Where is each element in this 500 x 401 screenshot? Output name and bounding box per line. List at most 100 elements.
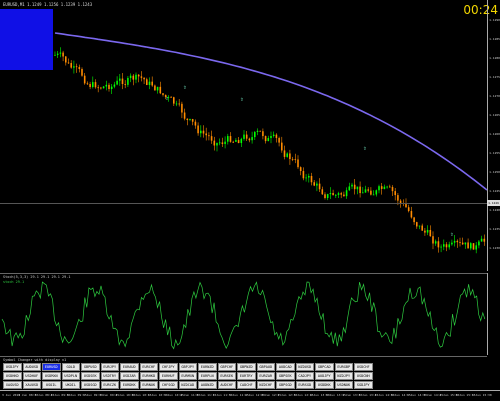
candle-body — [243, 134, 245, 139]
time-axis-label: 3 Jun 15:30 — [471, 393, 492, 397]
symbol-button-xagusd[interactable]: XAGUSD — [3, 381, 22, 389]
price-axis-label: 1.1250 — [489, 170, 500, 174]
symbol-button-eurjpy[interactable]: EURJPY — [100, 363, 119, 371]
symbol-button-usdhuf[interactable]: USDHUF — [22, 372, 41, 380]
candle-body — [386, 186, 388, 188]
symbol-button-eurzar[interactable]: EURZAR — [256, 372, 275, 380]
current-price-line — [0, 203, 487, 204]
candle-body — [405, 203, 407, 208]
candle-body — [240, 138, 243, 144]
symbol-button-eurnzd[interactable]: EURNZD — [198, 363, 217, 371]
symbol-button-gbpsgd[interactable]: GBPSGD — [276, 381, 295, 389]
candle-body — [421, 225, 423, 231]
symbol-button-audchf[interactable]: AUDCHF — [217, 381, 236, 389]
symbol-button-audjpy[interactable]: AUDJPY — [315, 372, 334, 380]
symbol-button-eursek[interactable]: EURSEK — [217, 372, 236, 380]
candle-body — [267, 138, 270, 142]
symbol-button-eurgbp[interactable]: EURGBP — [334, 363, 353, 371]
symbol-button-eurhuf[interactable]: EURHUF — [159, 372, 178, 380]
candle-body — [310, 175, 313, 183]
candle-body — [302, 171, 305, 179]
symbol-button-chfsgd[interactable]: CHFSGD — [159, 381, 178, 389]
candle-body — [475, 245, 477, 250]
candle-body — [478, 241, 480, 246]
symbol-button-cadjpy[interactable]: CADJPY — [295, 372, 314, 380]
symbol-button-eurhkd[interactable]: EURHKD — [139, 372, 158, 380]
symbol-button-gbpchf[interactable]: GBPCHF — [217, 363, 236, 371]
symbol-button-eurchf[interactable]: EURCHF — [139, 363, 158, 371]
candle-body — [313, 182, 315, 186]
symbol-button-nzdjpy[interactable]: NZDJPY — [334, 372, 353, 380]
symbol-button-audusd[interactable]: AUDUSD — [22, 363, 41, 371]
symbol-button-usdjpy[interactable]: USDJPY — [3, 363, 22, 371]
symbol-button-usdzar[interactable]: USDZAR — [120, 372, 139, 380]
candle-body — [480, 238, 483, 242]
symbol-button-usdmxn[interactable]: USDMXN — [42, 372, 61, 380]
symbol-button-eursgd[interactable]: EURSGD — [295, 381, 314, 389]
main-price-chart[interactable]: ⇧ ⇧ ⇧ ⇧ ⇧ — [0, 0, 488, 271]
candle-body — [470, 243, 472, 249]
candle-body — [367, 189, 369, 191]
candle-body — [272, 134, 275, 137]
price-axis-label: 1.1275 — [489, 75, 500, 79]
symbol-button-gbpsek[interactable]: GBPSEK — [276, 372, 295, 380]
symbol-button-eurpln[interactable]: EURPLN — [198, 372, 217, 380]
candle-body — [97, 87, 99, 89]
symbol-button-eurmxn[interactable]: EURMXN — [178, 372, 197, 380]
symbol-button-gbpnzd[interactable]: GBPNZD — [237, 363, 256, 371]
price-axis-label: 1.1240 — [489, 208, 500, 212]
symbol-changer-panel: Symbol Changer with display v1 USDJPY AUD… — [0, 356, 487, 390]
symbol-button-usdsek[interactable]: USDSEK — [81, 372, 100, 380]
symbol-button-nzdchf[interactable]: NZDCHF — [256, 381, 275, 389]
candle-body — [102, 86, 105, 89]
oscillator-panel[interactable]: Stoch(5,3,3) 29.1 29.1 29.1 29.1 stoch 2… — [0, 273, 487, 356]
symbol-button-ukoil[interactable]: UKOIL — [61, 381, 80, 389]
price-axis[interactable]: 1.1290 1.1285 1.1280 1.1275 1.1270 1.1265 1.12… — [487, 0, 500, 271]
chart-info-line: EURUSD,M1 1.1249 1.1256 1.1239 1.1243 — [3, 2, 93, 7]
symbol-button-usdsgd[interactable]: USDSGD — [81, 381, 100, 389]
candle-body — [113, 84, 116, 87]
symbol-button-usdcnh[interactable]: USDCNH — [354, 372, 373, 380]
symbol-button-gbpusd[interactable]: GBPUSD — [81, 363, 100, 371]
candle-body — [100, 87, 102, 89]
symbol-button-usdtry[interactable]: USDTRY — [100, 372, 119, 380]
symbol-button-gbpcad[interactable]: GBPCAD — [315, 363, 334, 371]
symbol-button-gold[interactable]: GOLD — [61, 363, 80, 371]
candle-body — [472, 243, 475, 250]
symbol-button-usdnok[interactable]: USDNOK — [334, 381, 353, 389]
symbol-button-euraud[interactable]: EURAUD — [120, 363, 139, 371]
symbol-button-gbpaud[interactable]: GBPAUD — [256, 363, 275, 371]
symbol-button-nzdcad[interactable]: NZDCAD — [178, 381, 197, 389]
symbol-button-xauusd[interactable]: XAUUSD — [22, 381, 41, 389]
candlestick-chart[interactable]: ⇧ ⇧ ⇧ ⇧ ⇧ — [0, 0, 488, 271]
symbol-button-sgdjpy[interactable]: SGDJPY — [354, 381, 373, 389]
candle-body — [294, 159, 297, 161]
symbol-button-usddkk[interactable]: USDDKK — [315, 381, 334, 389]
symbol-button-audcad[interactable]: AUDCAD — [276, 363, 295, 371]
symbol-button-usoil[interactable]: USOIL — [42, 381, 61, 389]
candle-body — [305, 177, 307, 179]
symbol-button-usdhkd[interactable]: USDHKD — [3, 372, 22, 380]
candle-body — [426, 229, 429, 233]
symbol-button-usdpln[interactable]: USDPLN — [61, 372, 80, 380]
symbol-button-eurusd[interactable]: EURUSD — [42, 363, 61, 371]
symbol-button-eurnok[interactable]: EURNOK — [139, 381, 158, 389]
candle-body — [248, 138, 251, 141]
candle-body — [329, 193, 332, 195]
candle-body — [443, 244, 445, 247]
symbol-button-eurczk[interactable]: EURCZK — [100, 381, 119, 389]
symbol-button-cadchf[interactable]: CADCHF — [237, 381, 256, 389]
symbol-button-eurtry[interactable]: EURTRY — [237, 372, 256, 380]
symbol-button-audnzd[interactable]: AUDNZD — [198, 381, 217, 389]
candle-body — [383, 186, 386, 189]
candle-body — [394, 191, 396, 196]
symbol-button-usdchf[interactable]: USDCHF — [354, 363, 373, 371]
candle-body — [370, 190, 372, 195]
candle-body — [183, 112, 186, 119]
oscillator-title: Stoch(5,3,3) 29.1 29.1 29.1 29.1 — [3, 275, 71, 279]
symbol-button-chfjpy[interactable]: CHFJPY — [159, 363, 178, 371]
candle-body — [453, 240, 456, 243]
symbol-button-eurdkk[interactable]: EURDKK — [120, 381, 139, 389]
symbol-button-gbpjpy[interactable]: GBPJPY — [178, 363, 197, 371]
symbol-button-nzdusd[interactable]: NZDUSD — [295, 363, 314, 371]
